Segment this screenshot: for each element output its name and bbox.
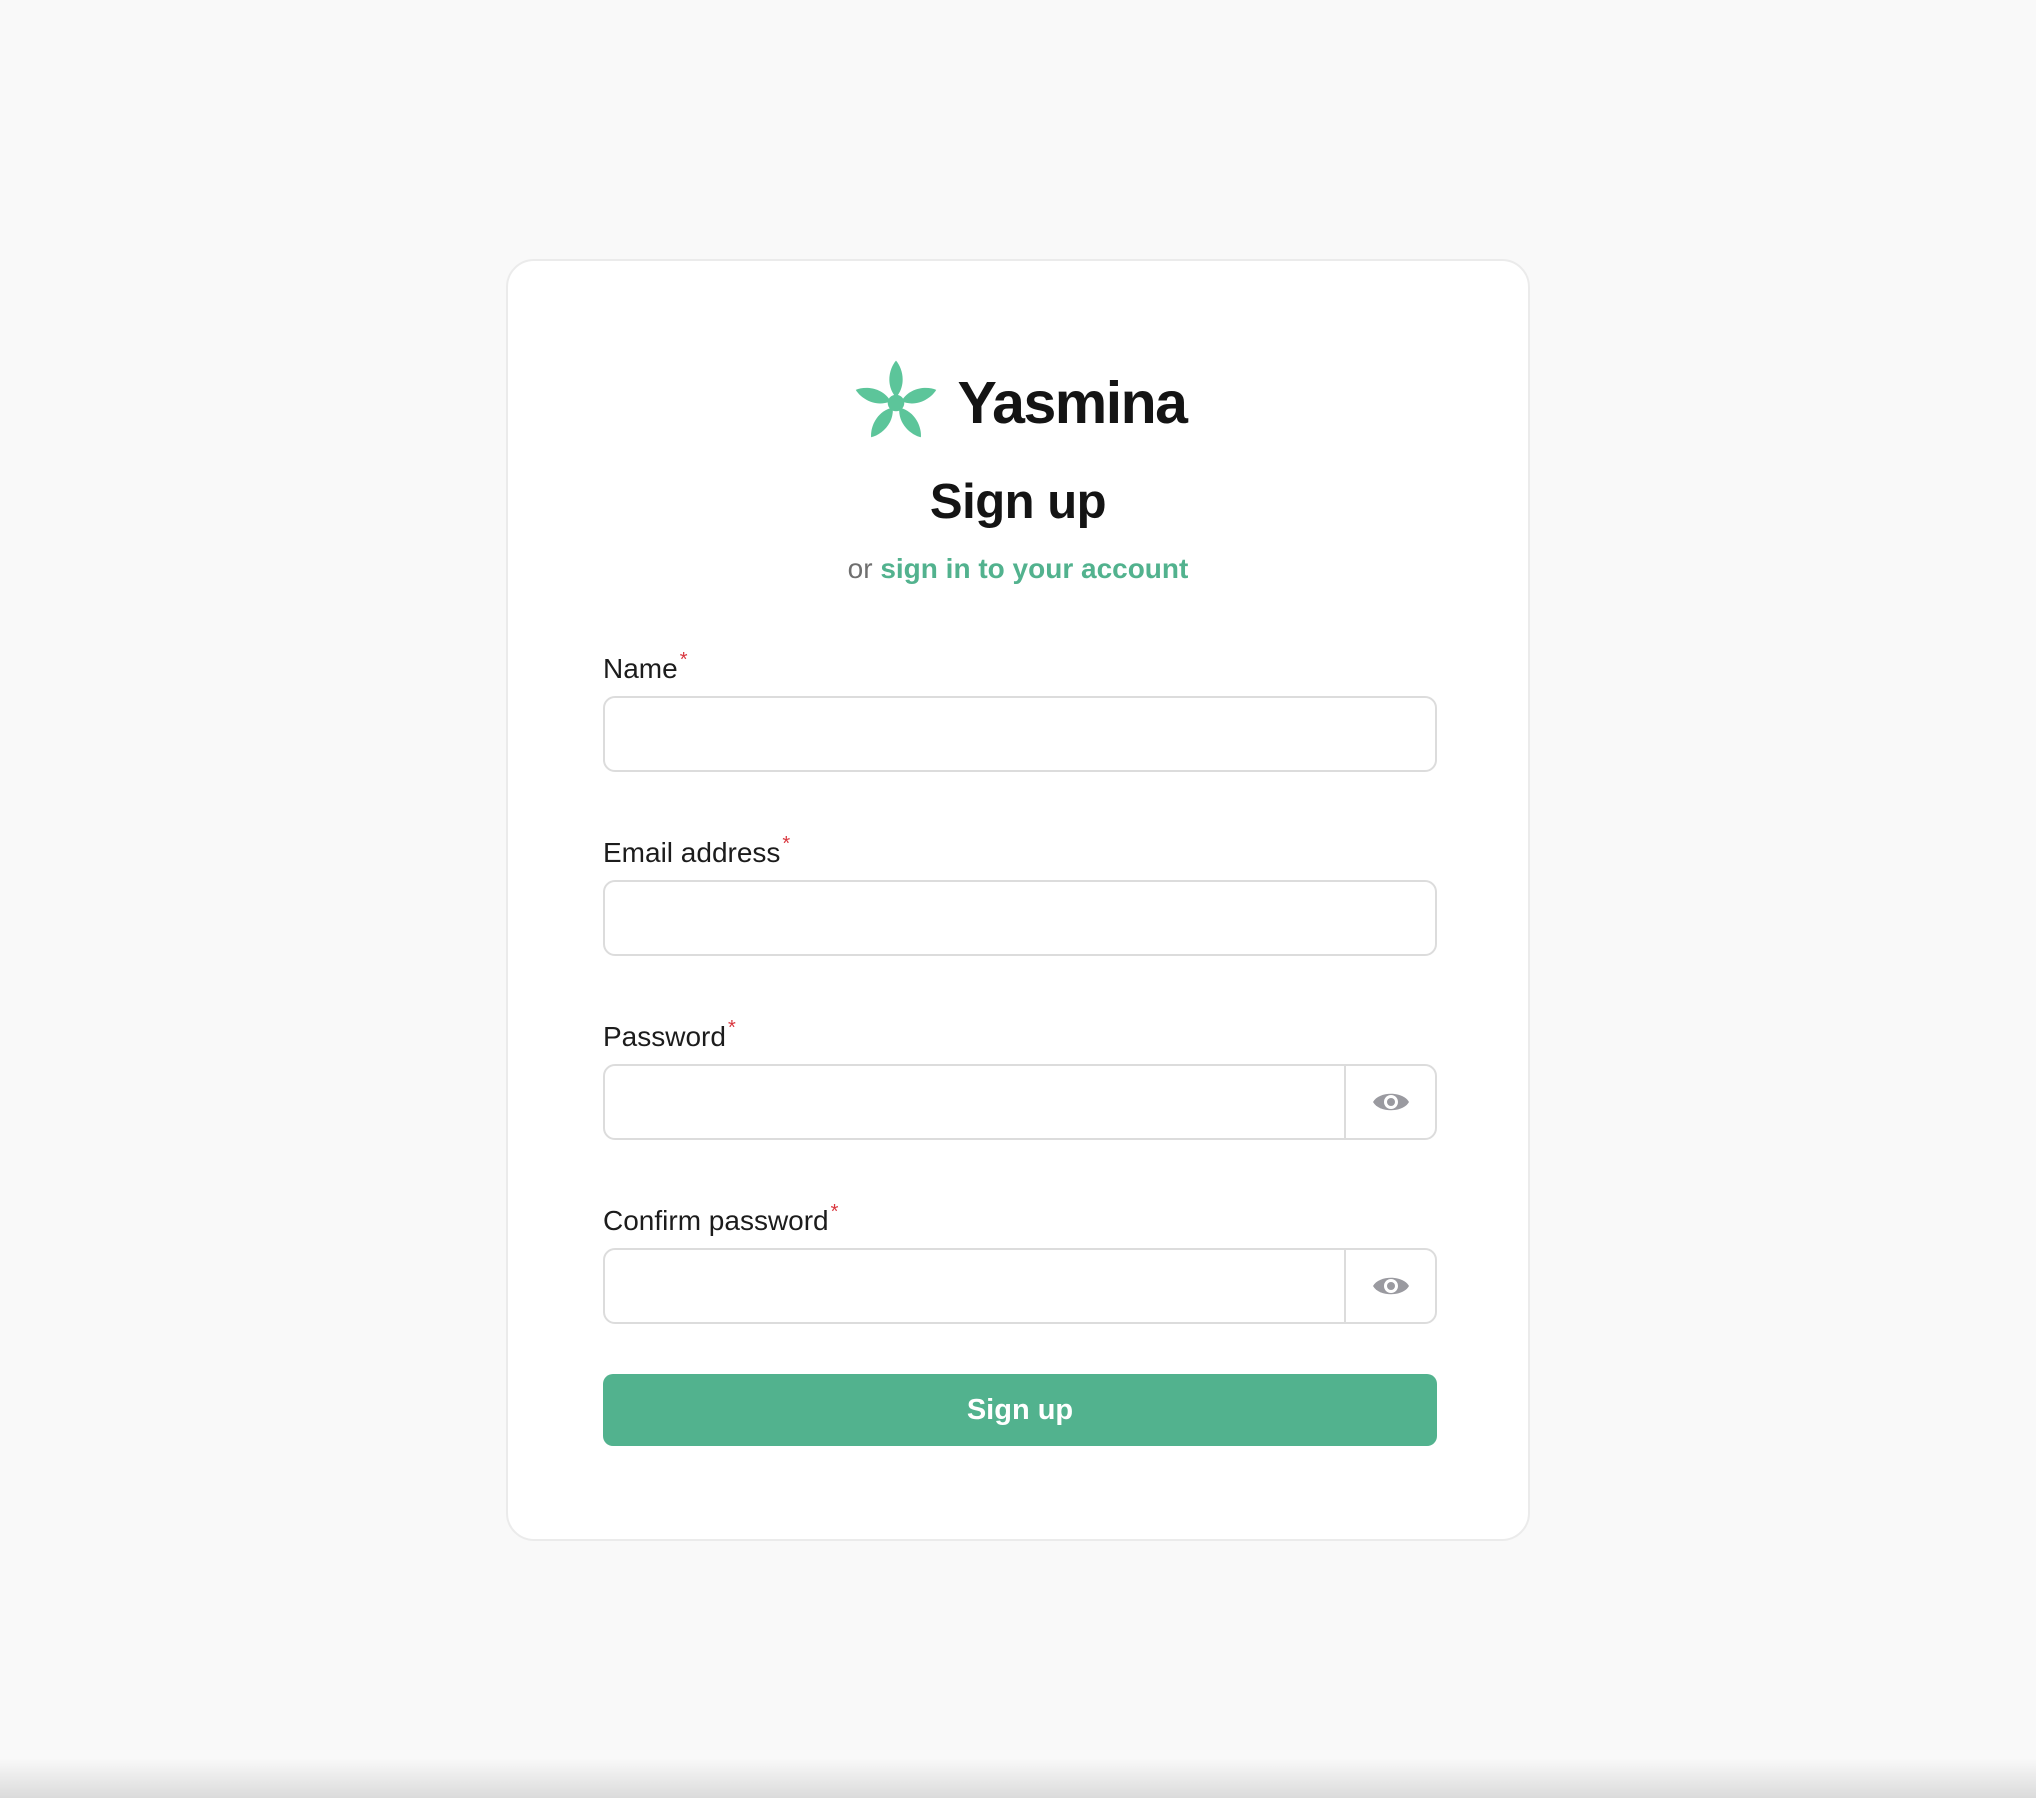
- signup-card: Yasmina Sign up or sign in to your accou…: [506, 259, 1530, 1541]
- password-label-text: Password: [603, 1021, 726, 1052]
- signin-prompt-prefix: or: [847, 553, 873, 584]
- name-field-group: Name *: [603, 640, 1437, 772]
- required-marker: *: [727, 1017, 736, 1039]
- name-label-text: Name: [603, 653, 678, 684]
- brand-name: Yasmina: [957, 370, 1188, 436]
- signin-prompt: or sign in to your account: [508, 553, 1528, 585]
- password-input[interactable]: [605, 1066, 1344, 1138]
- email-label: Email address *: [603, 824, 1437, 868]
- password-input-group: [603, 1064, 1437, 1140]
- window-bottom-shadow: [0, 1758, 2036, 1798]
- required-marker: *: [679, 649, 688, 671]
- confirm-password-field-group: Confirm password *: [603, 1192, 1437, 1324]
- password-visibility-toggle[interactable]: [1344, 1066, 1435, 1138]
- eye-icon: [1372, 1093, 1409, 1111]
- email-label-text: Email address: [603, 837, 781, 868]
- email-input[interactable]: [603, 880, 1437, 956]
- confirm-password-input-group: [603, 1248, 1437, 1324]
- confirm-password-input[interactable]: [605, 1250, 1344, 1322]
- page-title: Sign up: [929, 475, 1107, 529]
- confirm-password-visibility-toggle[interactable]: [1344, 1250, 1435, 1322]
- confirm-password-label: Confirm password *: [603, 1192, 1437, 1236]
- name-input[interactable]: [603, 696, 1437, 772]
- signin-link[interactable]: sign in to your account: [880, 553, 1188, 584]
- flower-icon: [855, 360, 936, 438]
- name-label: Name *: [603, 640, 1437, 684]
- password-label: Password *: [603, 1008, 1437, 1052]
- brand-header: Yasmina: [508, 353, 1528, 453]
- signup-button[interactable]: Sign up: [603, 1374, 1437, 1446]
- required-marker: *: [782, 833, 791, 855]
- email-field-group: Email address *: [603, 824, 1437, 956]
- eye-icon: [1372, 1277, 1409, 1295]
- confirm-password-label-text: Confirm password: [603, 1205, 829, 1236]
- required-marker: *: [830, 1201, 839, 1223]
- password-field-group: Password *: [603, 1008, 1437, 1140]
